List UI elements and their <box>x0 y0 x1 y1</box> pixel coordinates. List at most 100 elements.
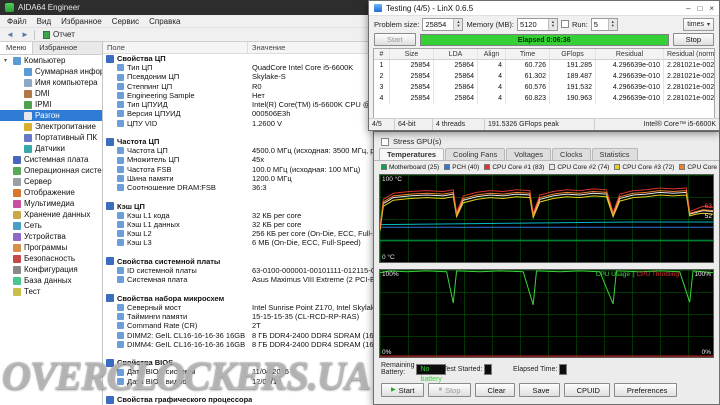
menu-favorites[interactable]: Избранное <box>56 17 107 26</box>
tree-item[interactable]: Суммарная информация <box>0 66 102 77</box>
tree-item[interactable]: Системная плата <box>0 154 102 165</box>
tree-item[interactable]: Устройства <box>0 231 102 242</box>
results-header-cell[interactable]: Size <box>390 49 434 59</box>
stability-start-button[interactable]: ▶ Start <box>381 383 424 397</box>
tree-item[interactable]: Мультимедиа <box>0 198 102 209</box>
field-value: 63-0100-000001-00101111-012115-Chipset$0… <box>248 266 391 275</box>
forward-icon[interactable]: ► <box>19 30 31 39</box>
tree-item[interactable]: Безопасность <box>0 253 102 264</box>
tab-clocks[interactable]: Clocks <box>552 148 591 160</box>
menu-file[interactable]: Файл <box>2 17 32 26</box>
tree-item[interactable]: Сеть <box>0 220 102 231</box>
field-icon <box>117 92 124 99</box>
tree-item[interactable]: Хранение данных <box>0 209 102 220</box>
tree-item-label: Операционная система <box>24 166 102 175</box>
tree-item-icon <box>24 90 32 98</box>
tree-item[interactable]: ▾ Компьютер <box>0 55 102 66</box>
results-header-cell[interactable]: # <box>374 49 390 59</box>
close-button[interactable]: × <box>709 4 714 13</box>
results-header-cell[interactable]: Align <box>478 49 506 59</box>
stability-preferences-button[interactable]: Preferences <box>614 383 677 397</box>
report-button[interactable]: Отчет <box>38 29 80 41</box>
field-icon <box>117 64 124 71</box>
result-run-number: 3 <box>374 82 390 93</box>
sidebar-tab-favorites[interactable]: Избранное <box>33 42 83 54</box>
minimize-button[interactable]: – <box>686 4 690 13</box>
tree-expander-icon: ▾ <box>4 57 10 64</box>
legend-item[interactable]: CPU Core #2 (74) <box>549 164 609 171</box>
column-header-value[interactable]: Значение <box>248 43 285 52</box>
legend-label: Motherboard (25) <box>389 164 439 171</box>
tree-item[interactable]: Сервер <box>0 176 102 187</box>
stability-save-button[interactable]: Save <box>519 383 559 397</box>
stability-clear-button[interactable]: Clear <box>475 383 516 397</box>
aida64-sidebar: МенюИзбранное ▾ Компьютер Суммарная инфо… <box>0 42 103 405</box>
spinner-arrows-icon[interactable] <box>608 19 617 30</box>
legend-item[interactable]: Motherboard (25) <box>381 164 439 171</box>
maximize-button[interactable]: □ <box>697 4 702 13</box>
tree-item[interactable]: Программы <box>0 242 102 253</box>
results-header-cell[interactable]: GFlops <box>550 49 596 59</box>
usage-axis-min-right: 0% <box>702 349 711 356</box>
tree-item[interactable]: DMI <box>0 88 102 99</box>
result-size: 25854 <box>390 60 434 71</box>
linx-titlebar[interactable]: Testing (4/5) - LinX 0.6.5 – □ × <box>369 1 719 16</box>
tab-voltages[interactable]: Voltages <box>506 148 551 160</box>
legend-item[interactable]: CPU Core #1 (83) <box>484 164 544 171</box>
legend-item[interactable]: PCH (40) <box>444 164 479 171</box>
result-lda: 25864 <box>434 82 478 93</box>
result-time: 61.302 <box>506 71 550 82</box>
report-label: Отчет <box>53 30 75 39</box>
result-run-number: 1 <box>374 60 390 71</box>
tree-item-icon <box>13 156 21 164</box>
spinner-arrows-icon[interactable] <box>548 19 557 30</box>
stress-gpu-checkbox[interactable] <box>381 138 389 146</box>
tree-item[interactable]: Отображение <box>0 187 102 198</box>
tree-item[interactable]: Конфигурация <box>0 264 102 275</box>
sidebar-tab-menu[interactable]: Меню <box>0 42 33 54</box>
tab-cooling-fans[interactable]: Cooling Fans <box>445 148 505 160</box>
linx-stop-button[interactable]: Stop <box>673 33 714 46</box>
run-count-input[interactable] <box>592 19 608 30</box>
results-header-cell[interactable]: LDA <box>434 49 478 59</box>
tree-item[interactable]: Электропитание <box>0 121 102 132</box>
menu-tools[interactable]: Сервис <box>107 17 144 26</box>
info-row: Версия ЦПУИД 000506E3h <box>103 109 391 118</box>
back-icon[interactable]: ◄ <box>4 30 16 39</box>
results-header-cell[interactable]: Time <box>506 49 550 59</box>
field-label: Соотношение DRAM:FSB <box>127 183 216 192</box>
temp-axis-min-label: 0 °C <box>382 254 395 261</box>
tree-item[interactable]: Тест <box>0 286 102 297</box>
all-memory-checkbox[interactable] <box>561 20 569 28</box>
column-header-field[interactable]: Поле <box>103 42 248 53</box>
field-icon <box>117 83 124 90</box>
legend-item[interactable]: CPU Core #3 (72) <box>614 164 674 171</box>
tab-temperatures[interactable]: Temperatures <box>379 148 444 160</box>
tree-item[interactable]: IPMI <box>0 99 102 110</box>
tab-statistics[interactable]: Statistics <box>592 148 638 160</box>
field-label: Свойства системной платы <box>117 257 220 266</box>
tree-item[interactable]: База данных <box>0 275 102 286</box>
memory-input[interactable] <box>518 19 548 30</box>
results-header-cell[interactable]: Residual (norm.) <box>664 49 714 59</box>
aida64-titlebar[interactable]: AIDA64 Engineer <box>0 0 391 15</box>
stability-stop-button[interactable]: ■ Stop <box>428 383 470 397</box>
results-header-cell[interactable]: Residual <box>596 49 664 59</box>
tree-item[interactable]: Портативный ПК <box>0 132 102 143</box>
legend-item[interactable]: CPU Core #4 (74) <box>679 164 719 171</box>
tree-item[interactable]: Разгон <box>0 110 102 121</box>
stability-cpuid-button[interactable]: CPUID <box>564 383 610 397</box>
tree-item[interactable]: Операционная система <box>0 165 102 176</box>
run-unit-select[interactable]: times <box>683 18 714 31</box>
problem-size-input[interactable] <box>423 19 453 30</box>
linx-start-button[interactable]: Start <box>374 33 416 46</box>
tree-item-icon <box>13 189 21 197</box>
menu-help[interactable]: Справка <box>144 17 185 26</box>
tree-item-label: Датчики <box>35 144 65 153</box>
tree-item[interactable]: Датчики <box>0 143 102 154</box>
spinner-arrows-icon[interactable] <box>453 19 462 30</box>
tree-item-icon <box>24 101 32 109</box>
menu-view[interactable]: Вид <box>32 17 56 26</box>
tree-item[interactable]: Имя компьютера <box>0 77 102 88</box>
temp-current-value: 52 <box>705 214 712 220</box>
